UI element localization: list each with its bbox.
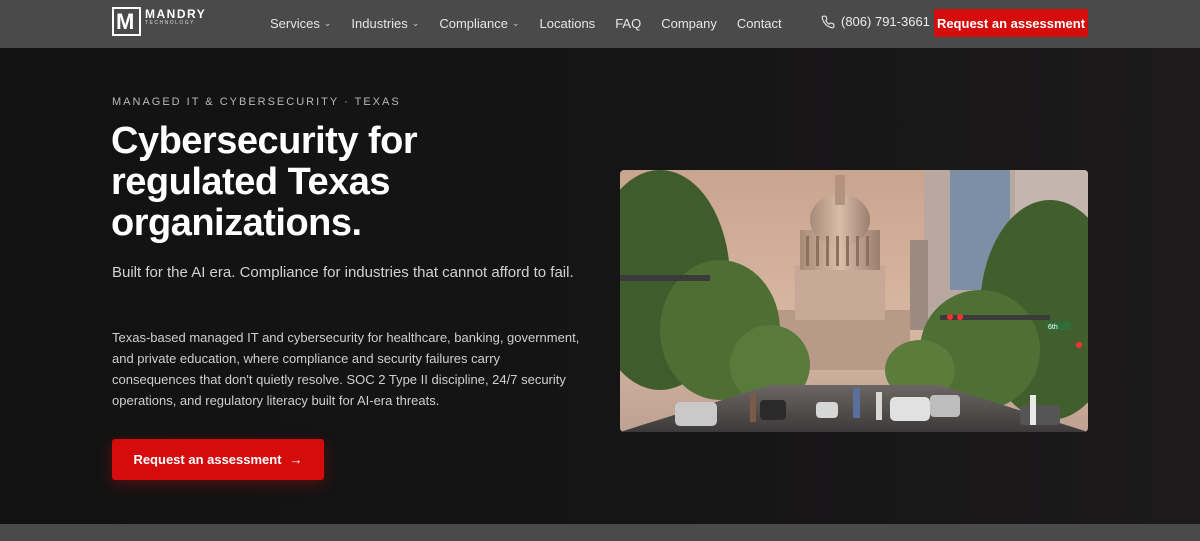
hero-eyebrow: MANAGED IT & CYBERSECURITY · TEXAS bbox=[112, 96, 401, 108]
logo-wordmark: MANDRY TECHNOLOGY bbox=[145, 8, 206, 26]
nav-item-faq[interactable]: FAQ bbox=[615, 16, 641, 31]
cta-label: Request an assessment bbox=[133, 452, 282, 467]
logo[interactable]: M MANDRY TECHNOLOGY bbox=[112, 6, 206, 36]
nav-item-label: Locations bbox=[539, 15, 596, 31]
request-assessment-button-header[interactable]: Request an assessment bbox=[934, 9, 1088, 37]
headline-line: Cybersecurity for bbox=[111, 120, 418, 162]
phone-link[interactable]: (806) 791-3661 bbox=[821, 14, 930, 29]
main-nav: Services ⌄ Industries ⌄ Compliance ⌄ Loc… bbox=[270, 0, 802, 46]
nav-item-label: Contact bbox=[736, 15, 782, 31]
page-title: Cybersecurity for regulated Texas organi… bbox=[111, 121, 531, 244]
nav-item-label: FAQ bbox=[615, 15, 642, 31]
nav-item-company[interactable]: Company bbox=[661, 16, 717, 31]
chevron-down-icon: ⌄ bbox=[411, 17, 420, 28]
request-assessment-button[interactable]: Request an assessment → bbox=[112, 439, 324, 480]
hero-image-texas-capitol: 6th bbox=[620, 170, 1088, 432]
nav-item-locations[interactable]: Locations bbox=[540, 16, 596, 31]
capitol-street-photo: 6th bbox=[620, 170, 1088, 432]
nav-item-contact[interactable]: Contact bbox=[737, 16, 782, 31]
site-header: M MANDRY TECHNOLOGY Services ⌄ Industrie… bbox=[0, 0, 1200, 48]
nav-item-services[interactable]: Services ⌄ bbox=[270, 16, 331, 31]
hero-subhead: Built for the AI era. Compliance for ind… bbox=[112, 264, 574, 281]
chevron-down-icon: ⌄ bbox=[323, 17, 332, 28]
arrow-right-icon: → bbox=[289, 452, 303, 467]
chevron-down-icon: ⌄ bbox=[511, 17, 520, 28]
nav-item-industries[interactable]: Industries ⌄ bbox=[351, 16, 419, 31]
logo-mark: M bbox=[112, 6, 141, 36]
nav-item-label: Industries bbox=[351, 15, 408, 31]
headline-line: organizations. bbox=[111, 202, 362, 244]
logo-letter: M bbox=[116, 8, 135, 34]
logo-subtitle: TECHNOLOGY bbox=[145, 20, 196, 26]
nav-item-label: Services bbox=[270, 15, 320, 31]
nav-item-label: Compliance bbox=[439, 15, 508, 31]
phone-number: (806) 791-3661 bbox=[841, 14, 930, 29]
nav-item-label: Company bbox=[661, 15, 717, 31]
logo-name: MANDRY bbox=[145, 7, 207, 21]
next-section-edge bbox=[0, 524, 1200, 541]
street-sign-text: 6th bbox=[1048, 324, 1058, 331]
headline-line: regulated Texas bbox=[111, 161, 391, 203]
hero-description: Texas-based managed IT and cybersecurity… bbox=[112, 330, 580, 408]
nav-item-compliance[interactable]: Compliance ⌄ bbox=[439, 16, 519, 31]
phone-icon bbox=[821, 15, 835, 28]
